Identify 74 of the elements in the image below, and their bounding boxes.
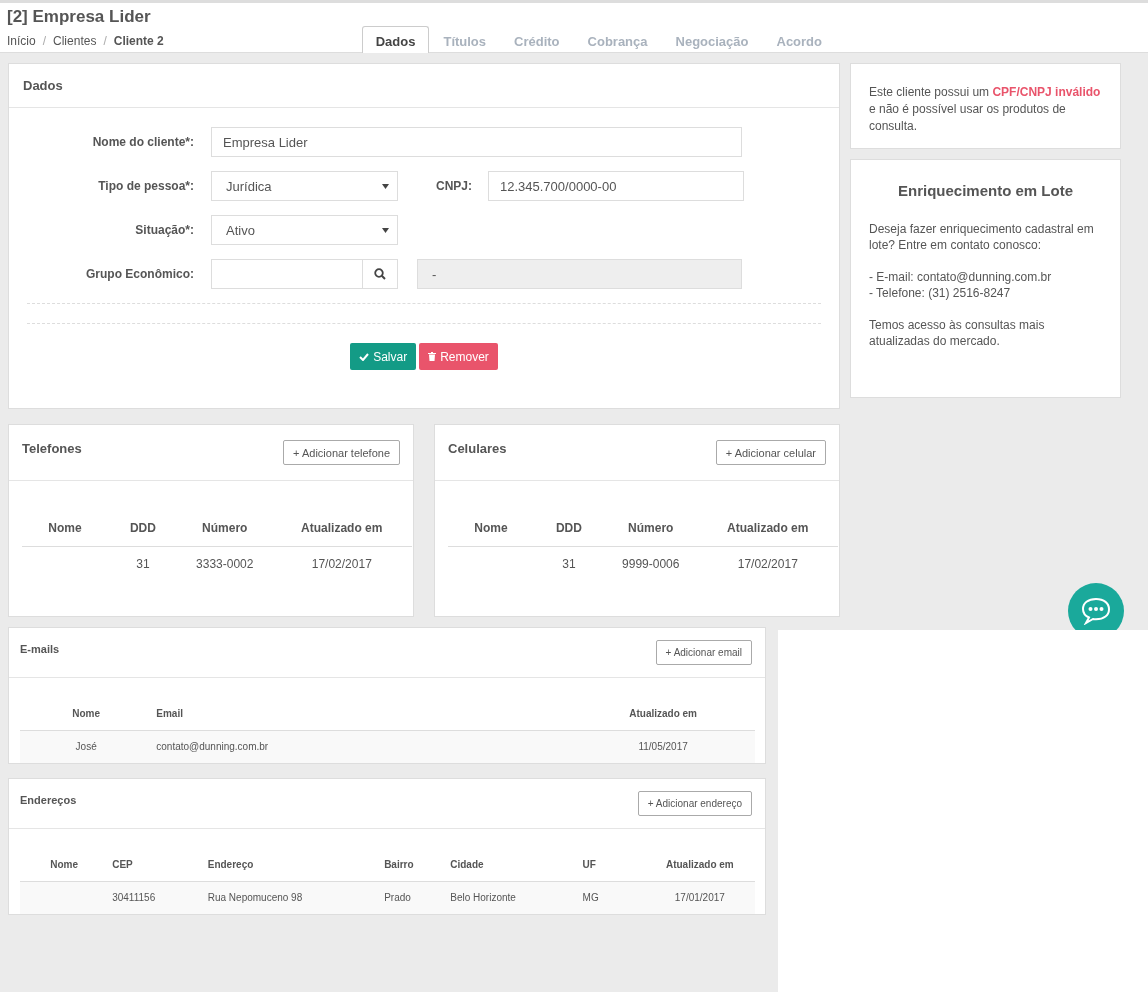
field-label: Situação*: [134, 223, 195, 237]
card-title: Celulares [448, 441, 507, 456]
breadcrumb-link[interactable]: Início [7, 34, 36, 48]
search-button[interactable] [363, 259, 398, 289]
field-label: Nome do cliente*: [91, 135, 195, 149]
text-field[interactable]: Empresa Lider [211, 127, 742, 157]
breadcrumb-separator: / [103, 34, 107, 48]
table-cell: Belo Horizonte [446, 881, 579, 914]
info-text: - E-mail: contato@dunning.com.br [869, 269, 1053, 285]
add-button[interactable]: + Adicionar endereço [637, 791, 752, 816]
column-header: UF [578, 859, 645, 882]
column-header: CEP [108, 859, 204, 882]
card-title: E-mails [20, 642, 60, 655]
card-title: Dados [9, 64, 839, 108]
column-header: Número [178, 521, 272, 547]
column-header: Atualizado em [271, 521, 412, 547]
column-header: Cidade [446, 859, 579, 882]
table-cell: 30411156 [108, 881, 204, 914]
info-text: Deseja fazer enriquecimento cadastral em lote? Entre em contato conosco: [869, 221, 1095, 253]
column-header: Email [152, 708, 572, 731]
breadcrumb-separator: / [42, 34, 47, 48]
add-button[interactable]: + Adicionar email [655, 640, 752, 665]
table-cell: MG [578, 881, 645, 914]
remove-button[interactable]: Remover [419, 343, 498, 370]
text-field[interactable]: 12.345.700/0000-00 [488, 171, 744, 201]
column-header: Atualizado em [697, 521, 838, 547]
column-header: Nome [20, 708, 153, 731]
add-button[interactable]: + Adicionar telefone [283, 440, 400, 465]
table-cell: 17/02/2017 [271, 546, 412, 581]
field-label: Tipo de pessoa*: [97, 179, 195, 193]
breadcrumb-current: Cliente 2 [113, 34, 164, 48]
field-label: Grupo Econômico: [85, 267, 195, 281]
column-header: DDD [107, 521, 178, 547]
trash-icon [428, 352, 437, 361]
add-button[interactable]: + Adicionar celular [715, 440, 826, 465]
caret-icon [382, 183, 389, 189]
column-header: Bairro [380, 859, 447, 882]
chat-bubble-icon[interactable] [1080, 597, 1112, 625]
table-cell: Prado [380, 881, 447, 914]
breadcrumb-link[interactable]: Clientes [53, 34, 97, 48]
caret-icon [382, 227, 389, 233]
column-header: Nome [22, 521, 108, 547]
page-title: [2] Empresa Lider [7, 7, 152, 27]
table-cell: 9999-0006 [604, 546, 698, 581]
check-icon [359, 352, 370, 361]
table-cell: José [20, 730, 153, 763]
card-title: Telefones [22, 441, 82, 456]
column-header: Endereço [203, 859, 381, 882]
field-label: CNPJ: [436, 179, 473, 193]
card-title: Endereços [20, 793, 77, 806]
card-title: Enriquecimento em Lote [897, 182, 1074, 199]
column-header: Nome [20, 859, 109, 882]
table-cell: 11/05/2017 [571, 730, 755, 763]
column-header: Nome [448, 521, 534, 547]
select-field[interactable]: Ativo [211, 215, 398, 245]
column-header: Número [604, 521, 698, 547]
column-header: DDD [533, 521, 604, 547]
search-icon [374, 268, 386, 280]
table-cell: 17/01/2017 [644, 881, 755, 914]
table-cell: contato@dunning.com.br [152, 730, 572, 763]
table-cell: 3333-0002 [178, 546, 272, 581]
table-cell: 17/02/2017 [697, 546, 838, 581]
column-header: Atualizado em [571, 708, 755, 731]
table-cell: 31 [533, 546, 604, 581]
select-field[interactable]: Jurídica [211, 171, 398, 201]
info-text: Temos acesso às consultas mais atualizadas do mercado. [869, 317, 1046, 349]
table-cell: Rua Nepomuceno 98 [203, 881, 381, 914]
invalid-document-notice: Este cliente possui um CPF/CNPJ inválido e não é possível usar os produtos de consulta. [869, 84, 1102, 135]
column-header: Atualizado em [644, 859, 755, 882]
table-cell: 31 [107, 546, 178, 581]
readonly-field: - [417, 259, 742, 289]
tab[interactable]: Dados [361, 26, 430, 53]
search-field[interactable] [211, 259, 363, 289]
info-text: - Telefone: (31) 2516-8247 [869, 285, 1012, 301]
